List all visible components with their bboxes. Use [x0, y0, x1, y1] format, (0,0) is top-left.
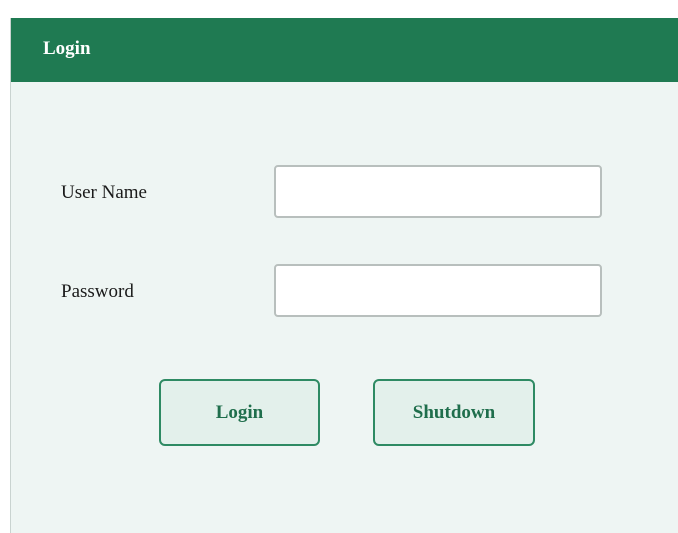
- password-label: Password: [61, 281, 134, 302]
- dialog-title: Login: [43, 38, 91, 59]
- title-bar: Login: [11, 18, 678, 82]
- login-dialog: Login User Name Password Login Shutdown: [10, 18, 678, 533]
- shutdown-button[interactable]: Shutdown: [373, 379, 535, 446]
- login-button[interactable]: Login: [159, 379, 320, 446]
- username-input[interactable]: [274, 165, 602, 218]
- username-label: User Name: [61, 182, 147, 203]
- password-input[interactable]: [274, 264, 602, 317]
